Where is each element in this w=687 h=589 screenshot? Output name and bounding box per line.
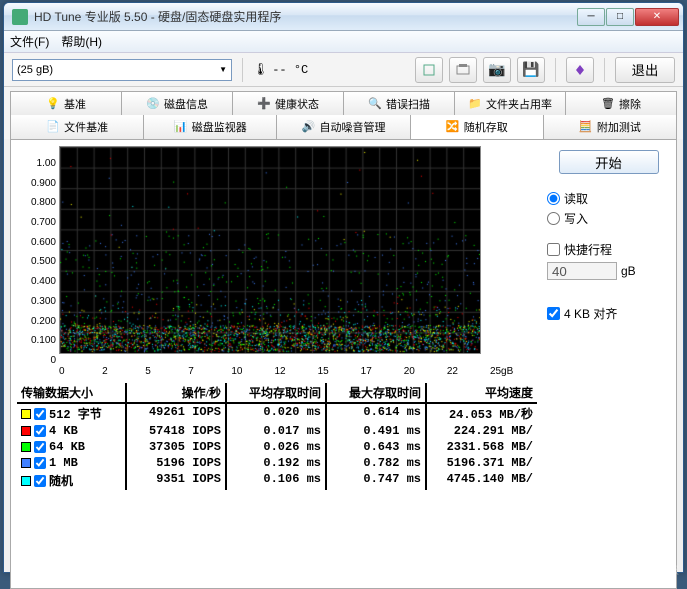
- random-icon: 🔀: [446, 120, 460, 134]
- write-radio[interactable]: 写入: [547, 210, 670, 227]
- health-icon: ➕: [257, 97, 271, 111]
- tab-search[interactable]: 🔍错误扫描: [344, 91, 455, 115]
- random-access-chart: [59, 146, 481, 354]
- temperature-display: 🌡 -- °C: [253, 62, 308, 77]
- table-row: 4 KB57418 IOPS0.017 ms0.491 ms224.291 MB…: [17, 423, 537, 439]
- series-toggle[interactable]: [34, 425, 46, 437]
- tab-info[interactable]: 💡基准: [10, 91, 122, 115]
- read-radio[interactable]: 读取: [547, 190, 670, 207]
- monitor-icon: 📊: [174, 120, 188, 134]
- minimize-button[interactable]: ─: [577, 8, 605, 26]
- tab-monitor[interactable]: 📊磁盘监视器: [144, 115, 277, 139]
- tab-disk[interactable]: 💿磁盘信息: [122, 91, 233, 115]
- save-button[interactable]: 💾: [517, 57, 545, 83]
- tab-extra[interactable]: 🧮附加测试: [544, 115, 677, 139]
- tab-sound[interactable]: 🔊自动噪音管理: [277, 115, 410, 139]
- align-4kb-checkbox[interactable]: 4 KB 对齐: [547, 305, 670, 322]
- app-icon: [12, 9, 28, 25]
- sound-icon: 🔊: [302, 120, 316, 134]
- series-toggle[interactable]: [34, 441, 46, 453]
- table-row: 1 MB5196 IOPS0.192 ms0.782 ms5196.371 MB…: [17, 455, 537, 471]
- drive-select[interactable]: (25 gB) ▼: [12, 59, 232, 81]
- thermometer-icon: 🌡: [253, 62, 268, 77]
- short-stroke-input: [547, 262, 617, 280]
- start-button[interactable]: 开始: [559, 150, 659, 174]
- series-toggle[interactable]: [34, 408, 46, 420]
- tab-health[interactable]: ➕健康状态: [233, 91, 344, 115]
- x-axis-labels: 025710121517202225gB: [17, 366, 537, 377]
- screenshot-button[interactable]: 📷: [483, 57, 511, 83]
- short-stroke-checkbox[interactable]: 快捷行程: [547, 241, 670, 258]
- close-button[interactable]: ✕: [635, 8, 679, 26]
- exit-button[interactable]: 退出: [615, 57, 675, 83]
- tab-random[interactable]: 🔀随机存取: [411, 115, 544, 139]
- window-titlebar: HD Tune 专业版 5.50 - 硬盘/固态硬盘实用程序 ─ □ ✕: [4, 3, 683, 31]
- table-row: 512 字节49261 IOPS0.020 ms0.614 ms24.053 M…: [17, 404, 537, 423]
- chevron-down-icon: ▼: [219, 65, 227, 74]
- extra-icon: 🧮: [579, 120, 593, 134]
- filebench-icon: 📄: [46, 120, 60, 134]
- tab-folder[interactable]: 📁文件夹占用率: [455, 91, 566, 115]
- table-row: 随机9351 IOPS0.106 ms0.747 ms4745.140 MB/: [17, 471, 537, 490]
- maximize-button[interactable]: □: [606, 8, 634, 26]
- main-toolbar: (25 gB) ▼ 🌡 -- °C 📷 💾 退出: [4, 53, 683, 87]
- folder-icon: 📁: [468, 97, 482, 111]
- results-table: 传输数据大小 操作/秒 平均存取时间 最大存取时间 平均速度 512 字节492…: [17, 383, 537, 490]
- search-icon: 🔍: [368, 97, 382, 111]
- tab-filebench[interactable]: 📄文件基准: [10, 115, 144, 139]
- menu-file[interactable]: 文件(F): [10, 33, 49, 50]
- copy-info-button[interactable]: [415, 57, 443, 83]
- series-toggle[interactable]: [34, 457, 46, 469]
- info-icon: 💡: [46, 97, 60, 111]
- y-axis-labels: 1.000.9000.8000.7000.6000.5000.4000.3000…: [17, 146, 59, 366]
- disk-icon: 💿: [146, 97, 160, 111]
- tab-trash[interactable]: 🗑擦除: [566, 91, 677, 115]
- series-toggle[interactable]: [34, 475, 46, 487]
- window-title: HD Tune 专业版 5.50 - 硬盘/固态硬盘实用程序: [34, 8, 577, 25]
- trash-icon: 🗑: [601, 97, 615, 111]
- menu-bar: 文件(F) 帮助(H): [4, 31, 683, 53]
- menu-help[interactable]: 帮助(H): [61, 33, 102, 50]
- copy-screenshot-button[interactable]: [449, 57, 477, 83]
- table-row: 64 KB37305 IOPS0.026 ms0.643 ms2331.568 …: [17, 439, 537, 455]
- options-button[interactable]: [566, 57, 594, 83]
